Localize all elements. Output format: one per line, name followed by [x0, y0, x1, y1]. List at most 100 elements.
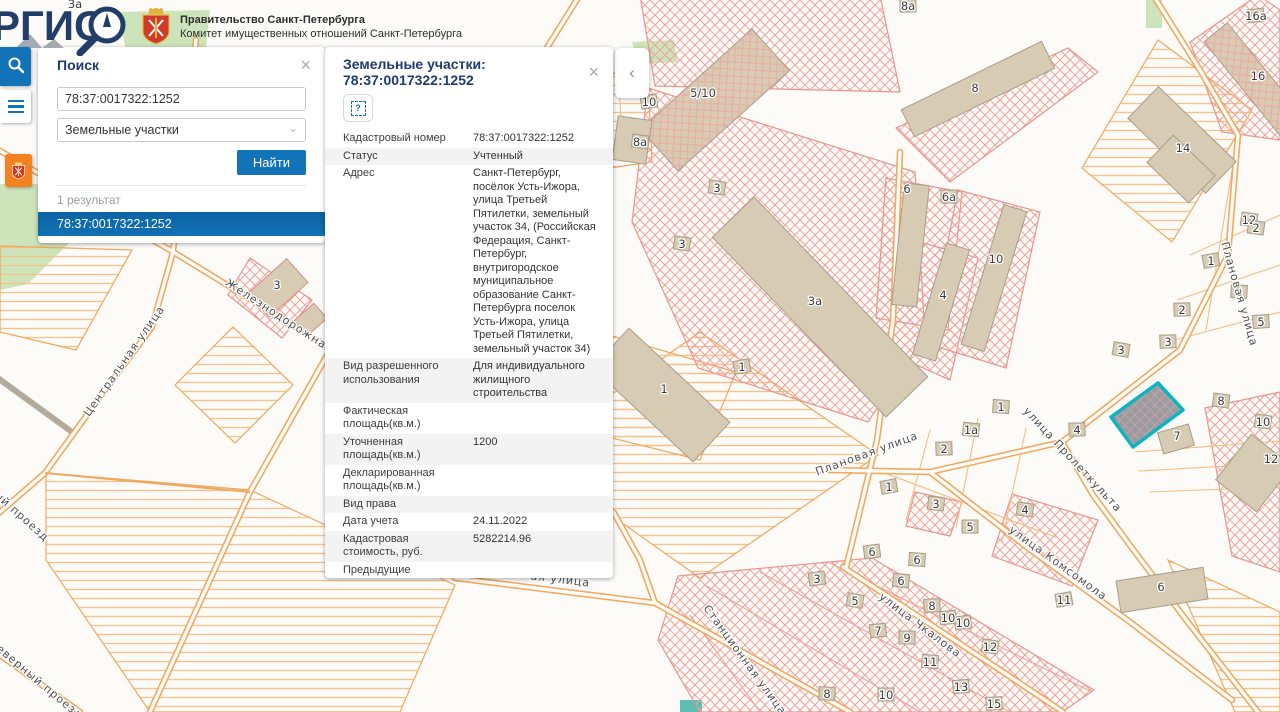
map-number-label: 10: [989, 252, 1004, 266]
org-line-2: Комитет имущественных отношений Санкт-Пе…: [180, 27, 462, 41]
map-number-label: 8а: [901, 0, 915, 13]
rgis-app: 3а8а16а1685/10108а1466а312231013343а2533…: [0, 0, 1280, 712]
details-row-value: [473, 498, 603, 512]
map-number-label: 10: [879, 688, 894, 702]
map-number-label: 3: [813, 572, 820, 586]
map-number-label: 3: [1164, 335, 1171, 349]
details-row-label: Статус: [343, 150, 473, 164]
map-number-label: 3: [273, 278, 280, 292]
map-number-label: 2: [1178, 303, 1185, 317]
search-category-select[interactable]: [57, 118, 306, 142]
details-row-label: Дата учета: [343, 515, 473, 529]
map-number-label: 6: [913, 553, 920, 567]
search-query-input[interactable]: [57, 87, 306, 111]
find-button[interactable]: Найти: [237, 150, 306, 175]
toolbar-search-button[interactable]: [0, 47, 31, 86]
details-row: Вид разрешенного использованияДля индиви…: [325, 358, 613, 403]
map-number-label: 11: [923, 655, 938, 669]
chevron-left-icon: ‹: [629, 63, 635, 82]
map-number-label: 7: [874, 624, 881, 638]
search-panel-title: Поиск: [57, 57, 99, 73]
details-row-label: Предыдущие кадастровые номера: [343, 564, 473, 579]
map-number-label: 14: [1176, 141, 1191, 155]
map-number-label: 4: [1021, 503, 1028, 517]
map-number-label: 1: [660, 382, 667, 396]
map-number-label: 5: [1257, 315, 1264, 329]
map-number-label: 5: [851, 594, 858, 608]
map-number-label: 7: [1173, 429, 1180, 443]
details-row-label: Декларированная площадь(кв.м.): [343, 467, 473, 494]
map-number-label: 3: [1117, 343, 1124, 357]
map-number-label: 16а: [1245, 9, 1267, 23]
toolbar-menu-button[interactable]: [0, 90, 31, 123]
map-number-label: 1: [1207, 254, 1214, 268]
details-row-label: Кадастровый номер: [343, 132, 473, 146]
details-row-value: 24.11.2022: [473, 515, 603, 529]
map-number-label: 5: [966, 520, 973, 534]
details-row-value: Учтенный: [473, 150, 603, 164]
map-number-label: 8: [823, 687, 830, 701]
details-row: Дата учета24.11.2022: [325, 513, 613, 531]
org-text: Правительство Санкт-Петербурга Комитет и…: [180, 13, 462, 41]
map-number-label: 12: [983, 640, 998, 654]
search-icon: [6, 55, 26, 75]
search-panel: Поиск × ⌄ Найти 1 результат 78:37:001732…: [38, 47, 325, 243]
map-number-label: 1а: [964, 423, 978, 437]
panel-collapse-button[interactable]: ‹: [615, 48, 649, 98]
parcel-details-panel: Земельные участки: 78:37:0017322:1252 × …: [325, 47, 613, 578]
org-block: Правительство Санкт-Петербурга Комитет и…: [140, 8, 462, 46]
details-row-value: Санкт-Петербург, посёлок Усть-Ижора, ули…: [473, 167, 603, 356]
details-row-value: 5282214.96: [473, 533, 603, 560]
map-number-label: 12: [1264, 452, 1279, 466]
map-number-label: 2: [1252, 221, 1259, 235]
map-number-label: 10: [956, 616, 971, 630]
map-number-label: 4: [1073, 423, 1080, 437]
spb-emblem-icon: [11, 159, 26, 183]
results-count: 1 результат: [38, 186, 325, 212]
details-row: Кадастровый номер78:37:0017322:1252: [325, 130, 613, 148]
map-number-label: 8: [1217, 394, 1224, 408]
toolbar-emblem-button[interactable]: [5, 154, 32, 187]
map-number-label: 6: [903, 182, 910, 196]
details-row-value: 78:37:0017322:1252: [473, 132, 603, 146]
spb-coat-of-arms-icon: [140, 8, 172, 46]
map-number-label: 10: [941, 611, 956, 625]
details-table: Кадастровый номер78:37:0017322:1252Стату…: [325, 130, 613, 578]
details-row-value: Для индивидуального жилищного строительс…: [473, 360, 603, 401]
dashed-question-icon: ?: [351, 101, 366, 116]
parcel-info-tool-button[interactable]: ?: [343, 94, 373, 122]
details-row: АдресСанкт-Петербург, посёлок Усть-Ижора…: [325, 165, 613, 358]
search-result-item[interactable]: 78:37:0017322:1252: [38, 212, 325, 236]
details-row-value: [473, 564, 603, 579]
map-number-label: 8: [971, 81, 978, 95]
details-panel-close-icon[interactable]: ×: [586, 65, 601, 79]
details-row: Кадастровая стоимость, руб.5282214.96: [325, 531, 613, 562]
details-panel-title: Земельные участки: 78:37:0017322:1252: [343, 56, 586, 88]
details-row: Декларированная площадь(кв.м.): [325, 465, 613, 496]
app-header: РГИС Правительство Санкт-Петербурга Коми…: [0, 0, 462, 56]
details-row: Уточненная площадь(кв.м.)1200: [325, 434, 613, 465]
map-number-label: 6а: [942, 190, 956, 204]
map-number-label: 3: [932, 497, 939, 511]
details-row-label: Уточненная площадь(кв.м.): [343, 436, 473, 463]
map-number-label: 6: [868, 545, 875, 559]
details-row-label: Вид разрешенного использования: [343, 360, 473, 401]
map-number-label: 6: [1157, 580, 1164, 594]
search-panel-close-icon[interactable]: ×: [298, 58, 313, 72]
details-row-label: Фактическая площадь(кв.м.): [343, 405, 473, 432]
details-row: Предыдущие кадастровые номера: [325, 562, 613, 579]
map-number-label: 4: [939, 288, 946, 302]
details-row: Фактическая площадь(кв.м.): [325, 403, 613, 434]
details-row-value: [473, 467, 603, 494]
map-number-label: 3: [678, 237, 685, 251]
map-number-label: 10: [1256, 415, 1271, 429]
org-line-1: Правительство Санкт-Петербурга: [180, 13, 462, 27]
map-number-label: 9: [903, 631, 910, 645]
map-number-label: 8а: [633, 135, 647, 149]
details-row-label: Вид права: [343, 498, 473, 512]
map-number-label: 15: [987, 697, 1002, 711]
map-number-label: 11: [1057, 593, 1072, 607]
map-number-label: 2: [940, 442, 947, 456]
map-number-label: 1: [885, 480, 892, 494]
map-number-label: 6: [897, 574, 904, 588]
